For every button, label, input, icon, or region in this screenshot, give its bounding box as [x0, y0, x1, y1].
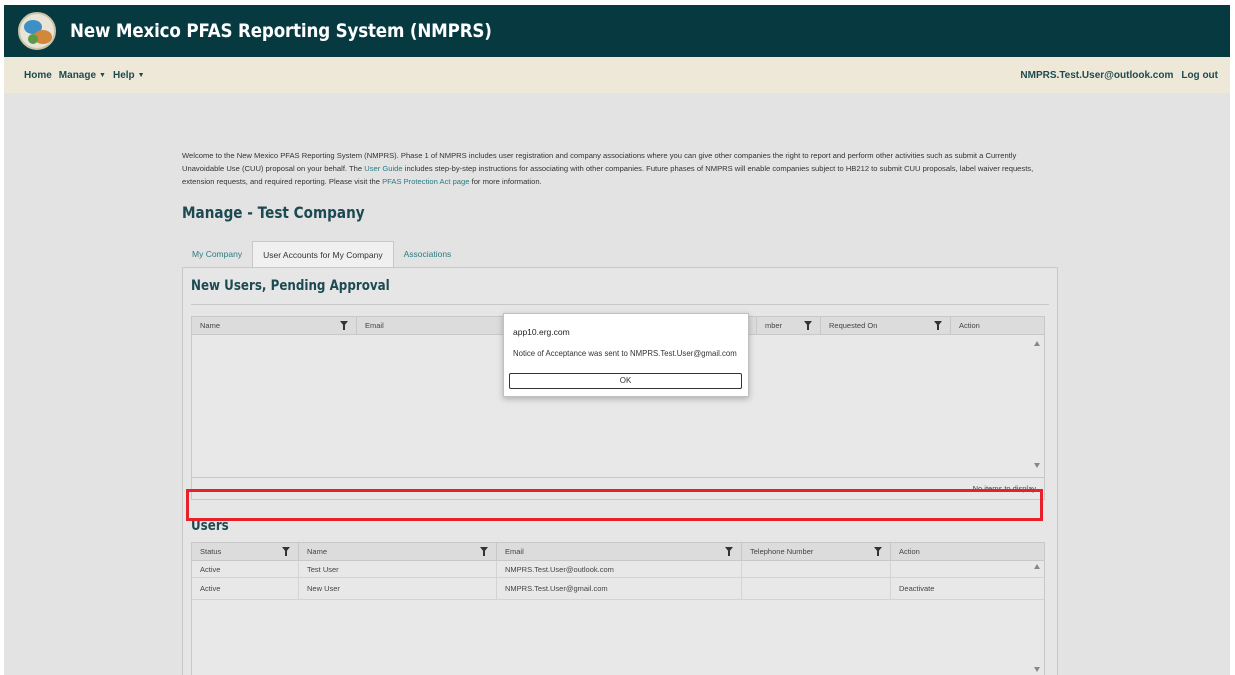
col-label: Telephone Number: [750, 547, 814, 556]
top-nav: Home Manage ▼ Help ▼ NMPRS.Test.User@outlo…: [4, 57, 1230, 93]
col-label: Name: [200, 321, 221, 330]
col-header-phone[interactable]: mber: [757, 317, 821, 335]
filter-icon[interactable]: [725, 547, 733, 556]
col-header-requested-on[interactable]: Requested On: [821, 317, 951, 335]
app-header: New Mexico PFAS Reporting System (NMPRS): [4, 5, 1230, 57]
cell-name: Test User: [299, 561, 497, 577]
ok-button[interactable]: OK: [509, 373, 742, 389]
cell-status: Active: [192, 578, 299, 599]
col-label: Action: [899, 547, 920, 556]
nav-manage-label: Manage: [58, 69, 97, 81]
tab-associations[interactable]: Associations: [394, 241, 462, 268]
pending-section-title: New Users, Pending Approval: [191, 278, 390, 294]
col-label: Name: [307, 547, 328, 556]
col-label: mber: [765, 321, 783, 330]
cell-email: NMPRS.Test.User@gmail.com: [497, 578, 742, 599]
welcome-part3: for more information.: [469, 177, 542, 186]
col-header-name[interactable]: Name: [299, 543, 497, 561]
col-label: Status: [200, 547, 222, 556]
col-header-name[interactable]: Name: [192, 317, 357, 335]
tab-user-accounts[interactable]: User Accounts for My Company: [252, 241, 394, 268]
cell-status: Active: [192, 561, 299, 577]
logout-link[interactable]: Log out: [1181, 70, 1218, 81]
chevron-down-icon: ▼: [137, 71, 145, 79]
chevron-down-icon: ▼: [99, 71, 106, 79]
user-guide-link[interactable]: User Guide: [364, 164, 402, 173]
nav-manage[interactable]: Manage ▼: [59, 70, 106, 81]
cell-name: New User: [299, 578, 497, 599]
filter-icon[interactable]: [874, 547, 882, 556]
state-seal-icon[interactable]: [18, 12, 56, 50]
pfas-act-link[interactable]: PFAS Protection Act page: [382, 177, 469, 186]
cell-action[interactable]: [891, 561, 1044, 577]
filter-icon[interactable]: [282, 547, 290, 556]
row-highlight-box: [186, 489, 1043, 521]
nav-help[interactable]: Help ▼: [113, 70, 145, 81]
scroll-down-icon[interactable]: [1034, 667, 1040, 672]
filter-icon[interactable]: [804, 321, 812, 330]
filter-icon[interactable]: [480, 547, 488, 556]
app-title: New Mexico PFAS Reporting System (NMPRS): [70, 20, 492, 42]
divider: [191, 304, 1049, 305]
scroll-up-icon[interactable]: [1034, 341, 1040, 346]
browser-viewport: New Mexico PFAS Reporting System (NMPRS)…: [4, 5, 1230, 675]
scroll-down-icon[interactable]: [1034, 463, 1040, 468]
nav-home[interactable]: Home: [24, 70, 52, 81]
cell-email: NMPRS.Test.User@outlook.com: [497, 561, 742, 577]
table-row[interactable]: Active Test User NMPRS.Test.User@outlook…: [192, 561, 1044, 578]
col-header-status[interactable]: Status: [192, 543, 299, 561]
col-label: Requested On: [829, 321, 878, 330]
user-email-link[interactable]: NMPRS.Test.User@outlook.com: [1020, 70, 1173, 81]
alert-dialog: app10.erg.com Notice of Acceptance was s…: [503, 313, 749, 397]
dialog-message: Notice of Acceptance was sent to NMPRS.T…: [513, 349, 737, 358]
cell-phone: [742, 561, 891, 577]
col-header-telephone[interactable]: Telephone Number: [742, 543, 891, 561]
tab-bar: My Company User Accounts for My Company …: [182, 241, 461, 268]
deactivate-button[interactable]: Deactivate: [891, 578, 1044, 599]
tab-my-company[interactable]: My Company: [182, 241, 252, 268]
users-grid: Status Name Email Telephone Number Actio…: [191, 542, 1045, 675]
filter-icon[interactable]: [340, 321, 348, 330]
col-label: Email: [505, 547, 524, 556]
col-label: Action: [959, 321, 980, 330]
cell-phone: [742, 578, 891, 599]
page-title: Manage - Test Company: [182, 203, 365, 222]
scroll-up-icon[interactable]: [1034, 564, 1040, 569]
col-header-action[interactable]: Action: [951, 317, 1044, 335]
filter-icon[interactable]: [934, 321, 942, 330]
col-header-email[interactable]: Email: [497, 543, 742, 561]
col-label: Email: [365, 321, 384, 330]
nav-home-label: Home: [24, 69, 52, 81]
grid-body: Active Test User NMPRS.Test.User@outlook…: [192, 561, 1044, 672]
nav-help-label: Help: [112, 69, 135, 81]
welcome-text: Welcome to the New Mexico PFAS Reporting…: [182, 149, 1042, 188]
dialog-title: app10.erg.com: [513, 327, 570, 337]
table-row[interactable]: Active New User NMPRS.Test.User@gmail.co…: [192, 578, 1044, 600]
col-header-action[interactable]: Action: [891, 543, 1044, 561]
